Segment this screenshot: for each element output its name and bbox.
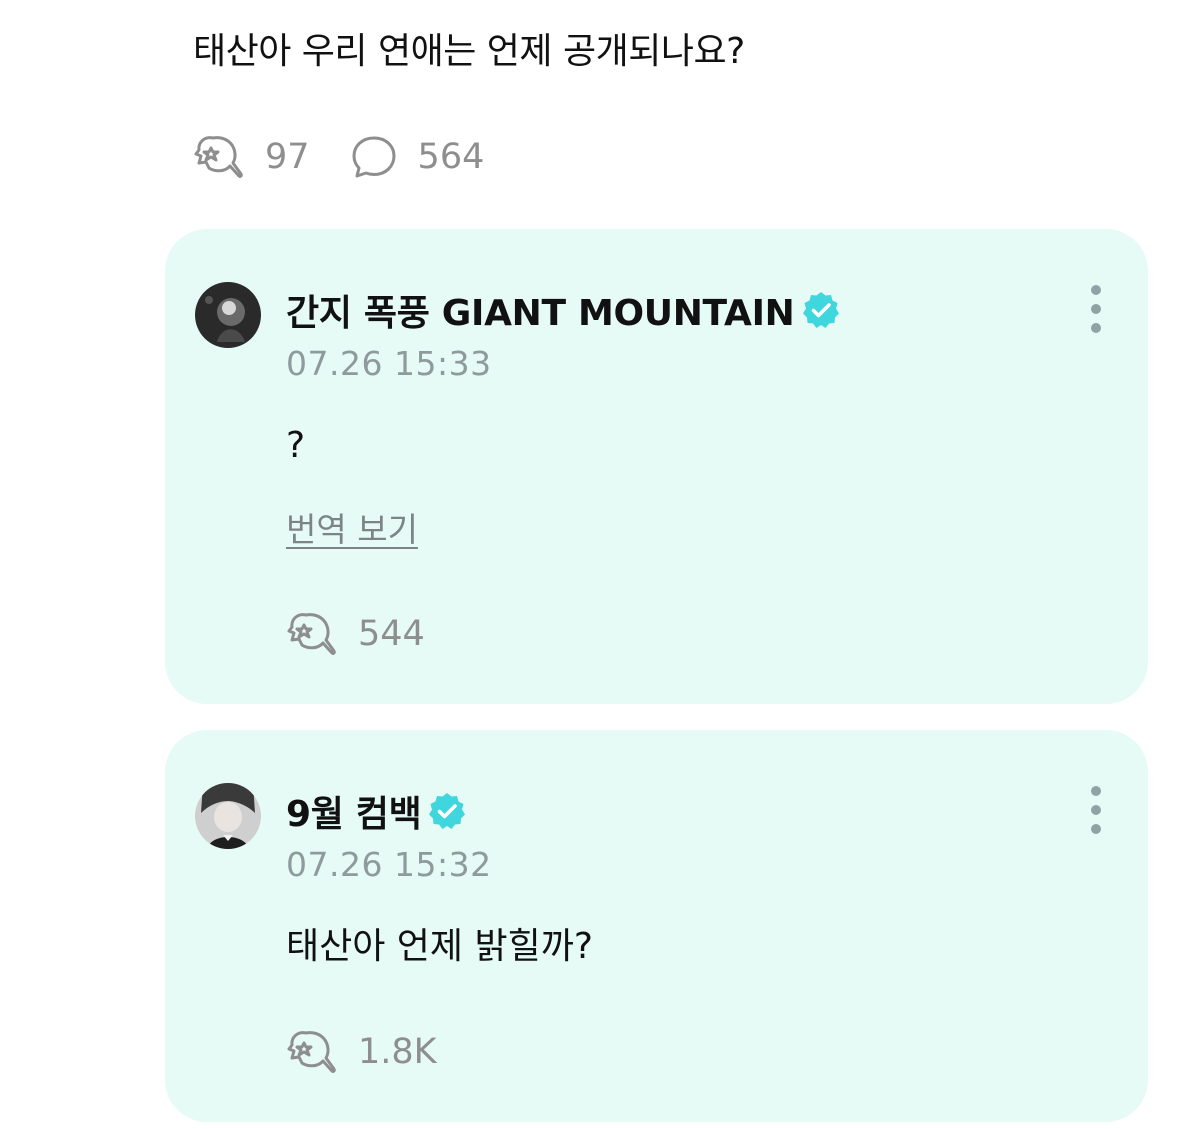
post-text: 태산아 우리 연애는 언제 공개되나요? <box>193 31 745 72</box>
author-name[interactable]: 간지 폭풍 GIANT MOUNTAIN <box>286 284 795 336</box>
avatar[interactable] <box>195 282 261 348</box>
post-stats: 97 564 <box>193 132 484 182</box>
comment-date: 07.26 15:32 <box>286 845 492 884</box>
comment-like-button[interactable]: 544 <box>286 609 425 659</box>
comment-text: ? <box>286 425 306 466</box>
post-comment-count: 564 <box>417 137 485 177</box>
star-heart-icon <box>286 1027 338 1077</box>
avatar[interactable] <box>195 783 261 849</box>
comment-card: 간지 폭풍 GIANT MOUNTAIN 07.26 15:33 ? 번역 보기… <box>165 229 1148 704</box>
star-heart-icon <box>193 132 245 182</box>
verified-badge-icon <box>421 791 467 831</box>
post-like-button[interactable]: 97 <box>193 132 310 182</box>
more-options-icon[interactable] <box>1088 283 1104 335</box>
comment-text: 태산아 언제 밝힐까? <box>286 926 593 967</box>
author-name[interactable]: 9월 컴백 <box>286 785 422 837</box>
more-options-icon[interactable] <box>1088 784 1104 836</box>
comment-card: 9월 컴백 07.26 15:32 태산아 언제 밝힐까? 1.8K <box>165 730 1148 1122</box>
verified-badge-icon <box>795 290 841 330</box>
comment-like-count: 544 <box>358 614 425 654</box>
comment-like-button[interactable]: 1.8K <box>286 1027 437 1077</box>
author-row: 9월 컴백 <box>286 786 467 836</box>
speech-bubble-icon <box>350 133 398 181</box>
post-comment-button[interactable]: 564 <box>350 133 485 181</box>
star-heart-icon <box>286 609 338 659</box>
translate-link[interactable]: 번역 보기 <box>286 503 418 551</box>
post-like-count: 97 <box>265 137 310 177</box>
comment-date: 07.26 15:33 <box>286 344 492 383</box>
author-row: 간지 폭풍 GIANT MOUNTAIN <box>286 285 841 335</box>
comment-like-count: 1.8K <box>358 1032 437 1072</box>
